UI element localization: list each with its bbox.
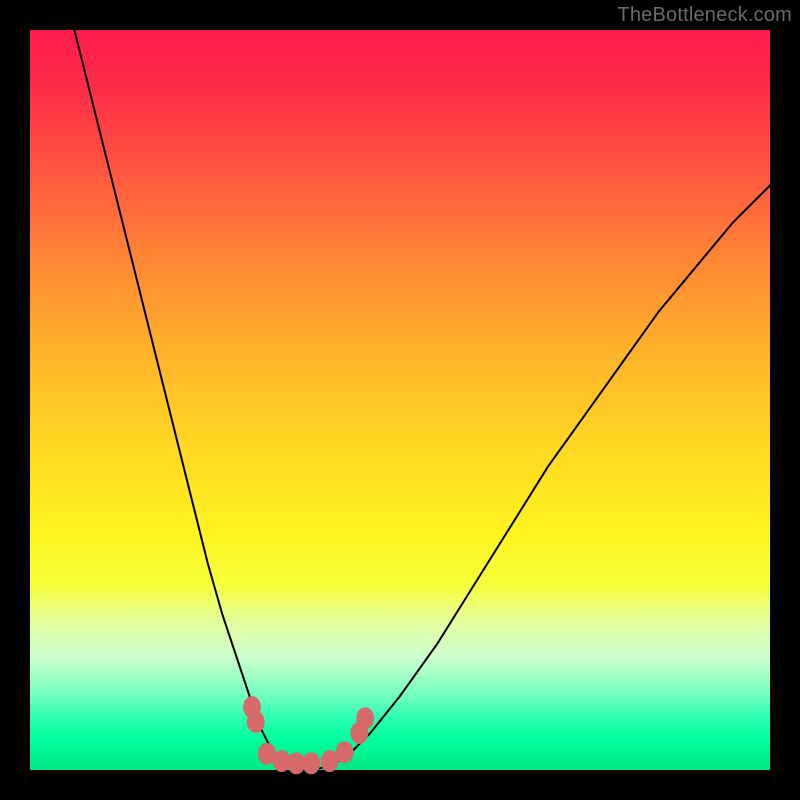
curve-right-branch bbox=[333, 185, 770, 764]
valley-marker bbox=[356, 707, 374, 729]
valley-marker bbox=[247, 711, 265, 733]
plot-area bbox=[30, 30, 770, 770]
valley-markers bbox=[243, 696, 374, 774]
valley-marker bbox=[336, 741, 354, 763]
curve-svg bbox=[30, 30, 770, 770]
watermark-text: TheBottleneck.com bbox=[617, 4, 792, 27]
curve-left-branch bbox=[74, 30, 289, 766]
valley-marker bbox=[302, 752, 320, 774]
outer-frame: TheBottleneck.com bbox=[0, 0, 800, 800]
